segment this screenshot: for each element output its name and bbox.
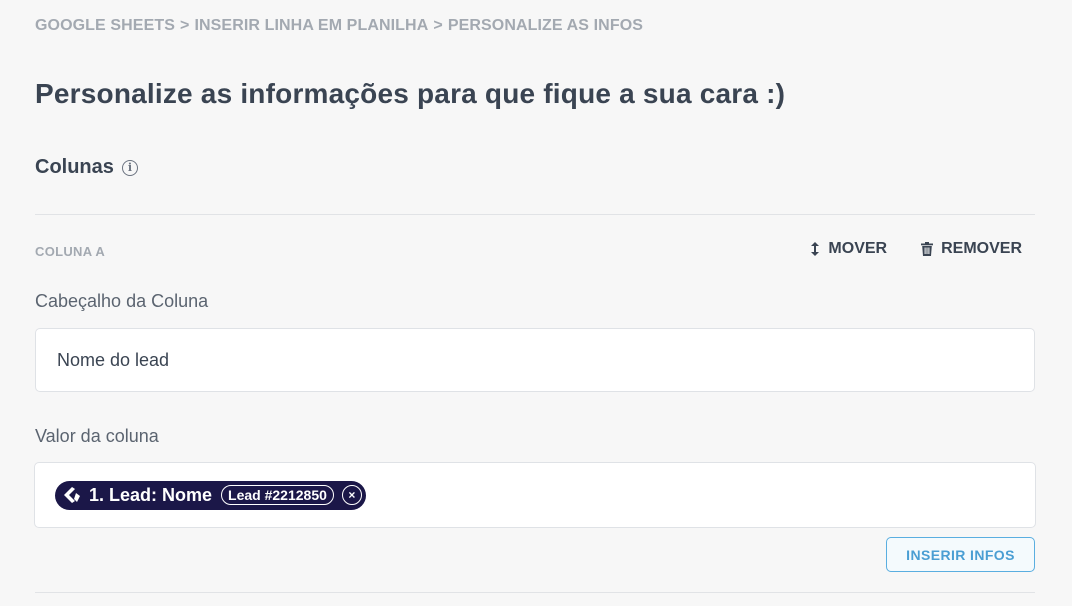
tag-text: 1. Lead: Nome [89, 484, 213, 505]
trash-icon [921, 242, 934, 256]
column-label: COLUNA A [35, 244, 106, 259]
close-icon[interactable]: × [341, 485, 362, 505]
column-header-input[interactable]: Nome do lead [35, 328, 1035, 392]
column-value-input[interactable]: 1. Lead: Nome Lead #2212850 × [34, 462, 1036, 528]
breadcrumb-item-inserir-linha[interactable]: INSERIR LINHA EM PLANILHA [194, 17, 428, 34]
info-icon[interactable]: i [121, 159, 138, 176]
breadcrumb-item-google-sheets[interactable]: GOOGLE SHEETS [35, 17, 175, 34]
arrow-up-down-icon [811, 242, 820, 256]
section-title: Colunas [35, 156, 114, 178]
variable-tag[interactable]: 1. Lead: Nome Lead #2212850 × [55, 480, 366, 510]
remove-label: REMOVER [941, 240, 1022, 257]
tag-id-badge: Lead #2212850 [221, 485, 334, 505]
column-actions: MOVER REMOVER [810, 240, 1022, 258]
column-header-value: Nome do lead [57, 349, 170, 370]
divider-top [35, 214, 1035, 215]
divider-bottom [35, 592, 1035, 593]
section-header: Colunas i [35, 156, 138, 179]
page-title: Personalize as informações para que fiqu… [35, 78, 786, 109]
move-button[interactable]: MOVER [810, 240, 887, 258]
breadcrumb: GOOGLE SHEETS > INSERIR LINHA EM PLANILHA >… [35, 17, 643, 35]
value-field-label: Valor da coluna [35, 426, 159, 446]
breadcrumb-item-current: PERSONALIZE AS INFOS [447, 17, 644, 34]
insert-info-button[interactable]: INSERIR INFOS [886, 537, 1035, 572]
breadcrumb-separator: > [180, 17, 190, 34]
app-logo-icon [61, 484, 83, 506]
remove-button[interactable]: REMOVER [921, 240, 1022, 258]
move-label: MOVER [828, 240, 888, 257]
header-field-label: Cabeçalho da Coluna [35, 291, 209, 311]
breadcrumb-separator: > [433, 17, 443, 34]
